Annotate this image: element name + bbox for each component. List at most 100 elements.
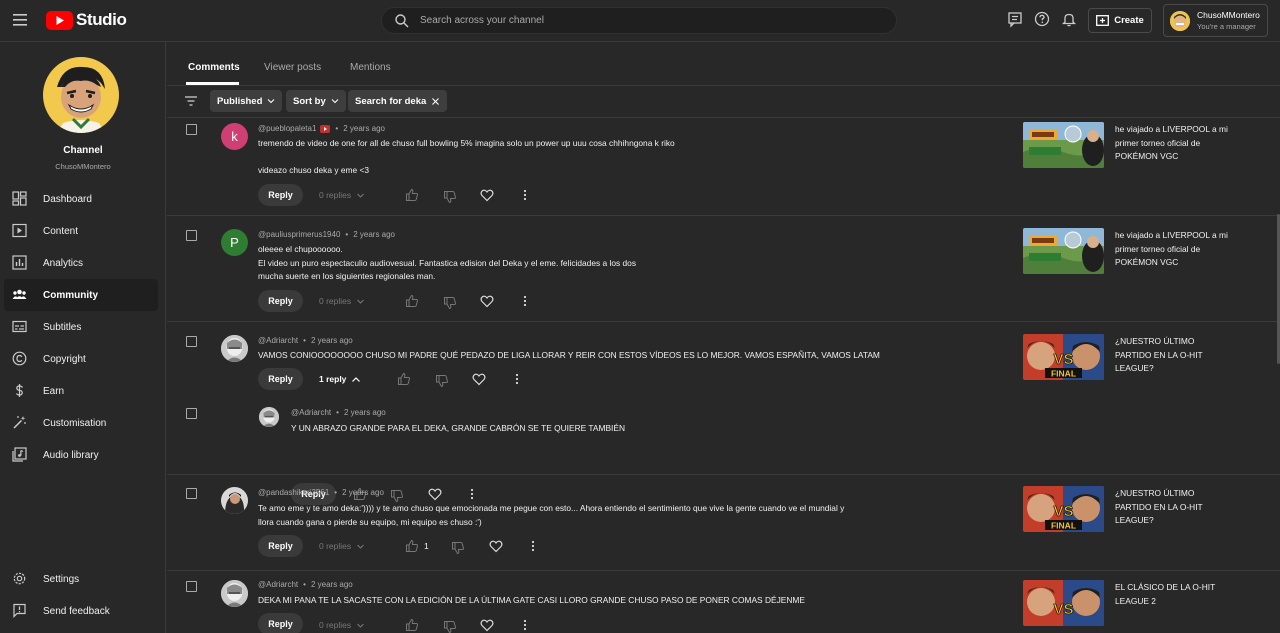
- thumbs-down-icon[interactable]: [443, 190, 457, 204]
- thumbs-down-icon[interactable]: [443, 620, 457, 633]
- tab-viewer-posts[interactable]: Viewer posts: [264, 62, 321, 73]
- logo-text: Studio: [76, 10, 127, 29]
- replies-toggle[interactable]: 0 replies: [319, 296, 365, 306]
- heart-icon[interactable]: [489, 539, 503, 553]
- thumbs-up-icon[interactable]: [405, 539, 419, 553]
- heart-icon[interactable]: [480, 188, 494, 202]
- comment-checkbox[interactable]: [186, 581, 197, 592]
- heart-icon[interactable]: [472, 372, 486, 386]
- video-title[interactable]: ¿NUESTRO ÚLTIMO PARTIDO EN LA O-HIT LEAG…: [1115, 335, 1233, 376]
- comment-checkbox[interactable]: [186, 230, 197, 241]
- video-thumbnail[interactable]: [1023, 228, 1104, 274]
- comment-author[interactable]: @pandashikari3561: [258, 488, 329, 497]
- sidebar-item-settings[interactable]: Settings: [4, 563, 158, 595]
- video-thumbnail[interactable]: [1023, 122, 1104, 168]
- reply-button[interactable]: Reply: [258, 368, 303, 390]
- sidebar-item-send-feedback[interactable]: Send feedback: [4, 595, 158, 627]
- sidebar-item-label: Dashboard: [43, 193, 92, 205]
- sidebar-item-earn[interactable]: Earn: [4, 375, 158, 407]
- thumbs-down-icon[interactable]: [443, 296, 457, 310]
- replies-toggle[interactable]: 1 reply: [319, 374, 361, 384]
- video-title[interactable]: ¿NUESTRO ÚLTIMO PARTIDO EN LA O-HIT LEAG…: [1115, 487, 1233, 528]
- sidebar-item-analytics[interactable]: Analytics: [4, 247, 158, 279]
- thumbs-up-icon[interactable]: [405, 294, 419, 308]
- heart-icon[interactable]: [480, 294, 494, 308]
- tab-mentions[interactable]: Mentions: [350, 62, 391, 73]
- more-options-icon[interactable]: [518, 618, 532, 632]
- more-options-icon[interactable]: [510, 372, 524, 386]
- comment-author[interactable]: @pauliusprimerus1940: [258, 230, 340, 239]
- thumbs-up-icon[interactable]: [397, 372, 411, 386]
- comment-author[interactable]: @Adriarcht: [258, 336, 298, 345]
- video-thumbnail[interactable]: VS FINAL: [1023, 486, 1104, 532]
- comment-checkbox[interactable]: [186, 124, 197, 135]
- community-icon: [12, 289, 27, 299]
- comment-checkbox[interactable]: [186, 488, 197, 499]
- tab-comments[interactable]: Comments: [188, 62, 240, 73]
- search-input[interactable]: [420, 15, 860, 26]
- comment-text: oleeee el chupoooooo. El video un puro e…: [258, 244, 637, 281]
- thumbs-up-icon[interactable]: [405, 618, 419, 632]
- comment-author[interactable]: @Adriarcht: [258, 580, 298, 589]
- thumbnail-final-text: FINAL: [1051, 369, 1076, 379]
- comment-author[interactable]: @pueblopaleta1: [258, 124, 316, 133]
- reply-time: 2 years ago: [343, 408, 386, 417]
- comment-text: DEKA MI PANA TE LA SACASTE CON LA EDICIÓ…: [258, 595, 805, 605]
- replies-toggle[interactable]: 0 replies: [319, 620, 365, 630]
- reply-button[interactable]: Reply: [258, 290, 303, 312]
- filter-icon[interactable]: [183, 93, 199, 109]
- help-icon[interactable]: [1033, 10, 1051, 28]
- search-filter-chip[interactable]: Search for deka: [348, 90, 448, 112]
- channel-avatar[interactable]: [43, 57, 119, 133]
- more-options-icon[interactable]: [526, 539, 540, 553]
- sidebar-item-label: Settings: [43, 573, 80, 585]
- reply-button[interactable]: Reply: [258, 535, 303, 557]
- comment-meta: @Adriarcht • 2 years ago: [258, 336, 353, 345]
- sidebar-item-customisation[interactable]: Customisation: [4, 407, 158, 439]
- account-role: You're a manager: [1197, 21, 1256, 31]
- sidebar-item-audio-library[interactable]: Audio library: [4, 439, 158, 471]
- reply-author[interactable]: @Adriarcht: [291, 408, 331, 417]
- thumbs-up-icon[interactable]: [405, 188, 419, 202]
- account-switcher[interactable]: ChusoMMontero You're a manager: [1163, 4, 1268, 37]
- sidebar-item-dashboard[interactable]: Dashboard: [4, 183, 158, 215]
- create-button[interactable]: Create: [1088, 8, 1152, 33]
- video-title[interactable]: EL CLÁSICO DE LA O-HIT LEAGUE 2: [1115, 581, 1233, 608]
- reply-button[interactable]: Reply: [258, 613, 303, 633]
- heart-icon[interactable]: [480, 618, 494, 632]
- sort-by-filter[interactable]: Sort by: [286, 90, 346, 112]
- studio-logo[interactable]: Studio: [46, 10, 127, 30]
- published-filter[interactable]: Published: [210, 90, 283, 112]
- sidebar-item-label: Customisation: [43, 417, 107, 429]
- messages-icon[interactable]: [1006, 10, 1024, 28]
- video-thumbnail[interactable]: VS: [1023, 580, 1104, 626]
- replies-toggle[interactable]: 0 replies: [319, 541, 365, 551]
- sidebar-item-subtitles[interactable]: Subtitles: [4, 311, 158, 343]
- sidebar-item-copyright[interactable]: Copyright: [4, 343, 158, 375]
- video-title[interactable]: he viajado a LIVERPOOL a mi primer torne…: [1115, 123, 1233, 164]
- chevron-down-icon: [357, 544, 365, 549]
- sidebar-item-community[interactable]: Community: [4, 279, 158, 311]
- more-options-icon[interactable]: [518, 188, 532, 202]
- chevron-down-icon: [268, 99, 275, 104]
- more-options-icon[interactable]: [518, 294, 532, 308]
- menu-icon[interactable]: [10, 9, 32, 31]
- thumbs-down-icon[interactable]: [435, 374, 449, 388]
- notifications-icon[interactable]: [1060, 10, 1078, 28]
- search-bar[interactable]: [381, 7, 897, 34]
- sidebar-item-label: Community: [43, 289, 98, 301]
- video-title[interactable]: he viajado a LIVERPOOL a mi primer torne…: [1115, 229, 1233, 270]
- sidebar-item-content[interactable]: Content: [4, 215, 158, 247]
- close-icon[interactable]: [431, 97, 440, 106]
- replies-toggle[interactable]: 0 replies: [319, 190, 365, 200]
- chevron-down-icon: [357, 299, 365, 304]
- reply-checkbox[interactable]: [186, 408, 197, 419]
- comment-checkbox[interactable]: [186, 336, 197, 347]
- row-divider: [167, 321, 1280, 322]
- row-divider: [167, 215, 1280, 216]
- reply-button[interactable]: Reply: [258, 184, 303, 206]
- thumbs-down-icon[interactable]: [451, 541, 465, 555]
- video-thumbnail[interactable]: VS FINAL: [1023, 334, 1104, 380]
- comment-text: tremendo de video de one for all de chus…: [258, 138, 675, 175]
- row-divider: [167, 570, 1280, 571]
